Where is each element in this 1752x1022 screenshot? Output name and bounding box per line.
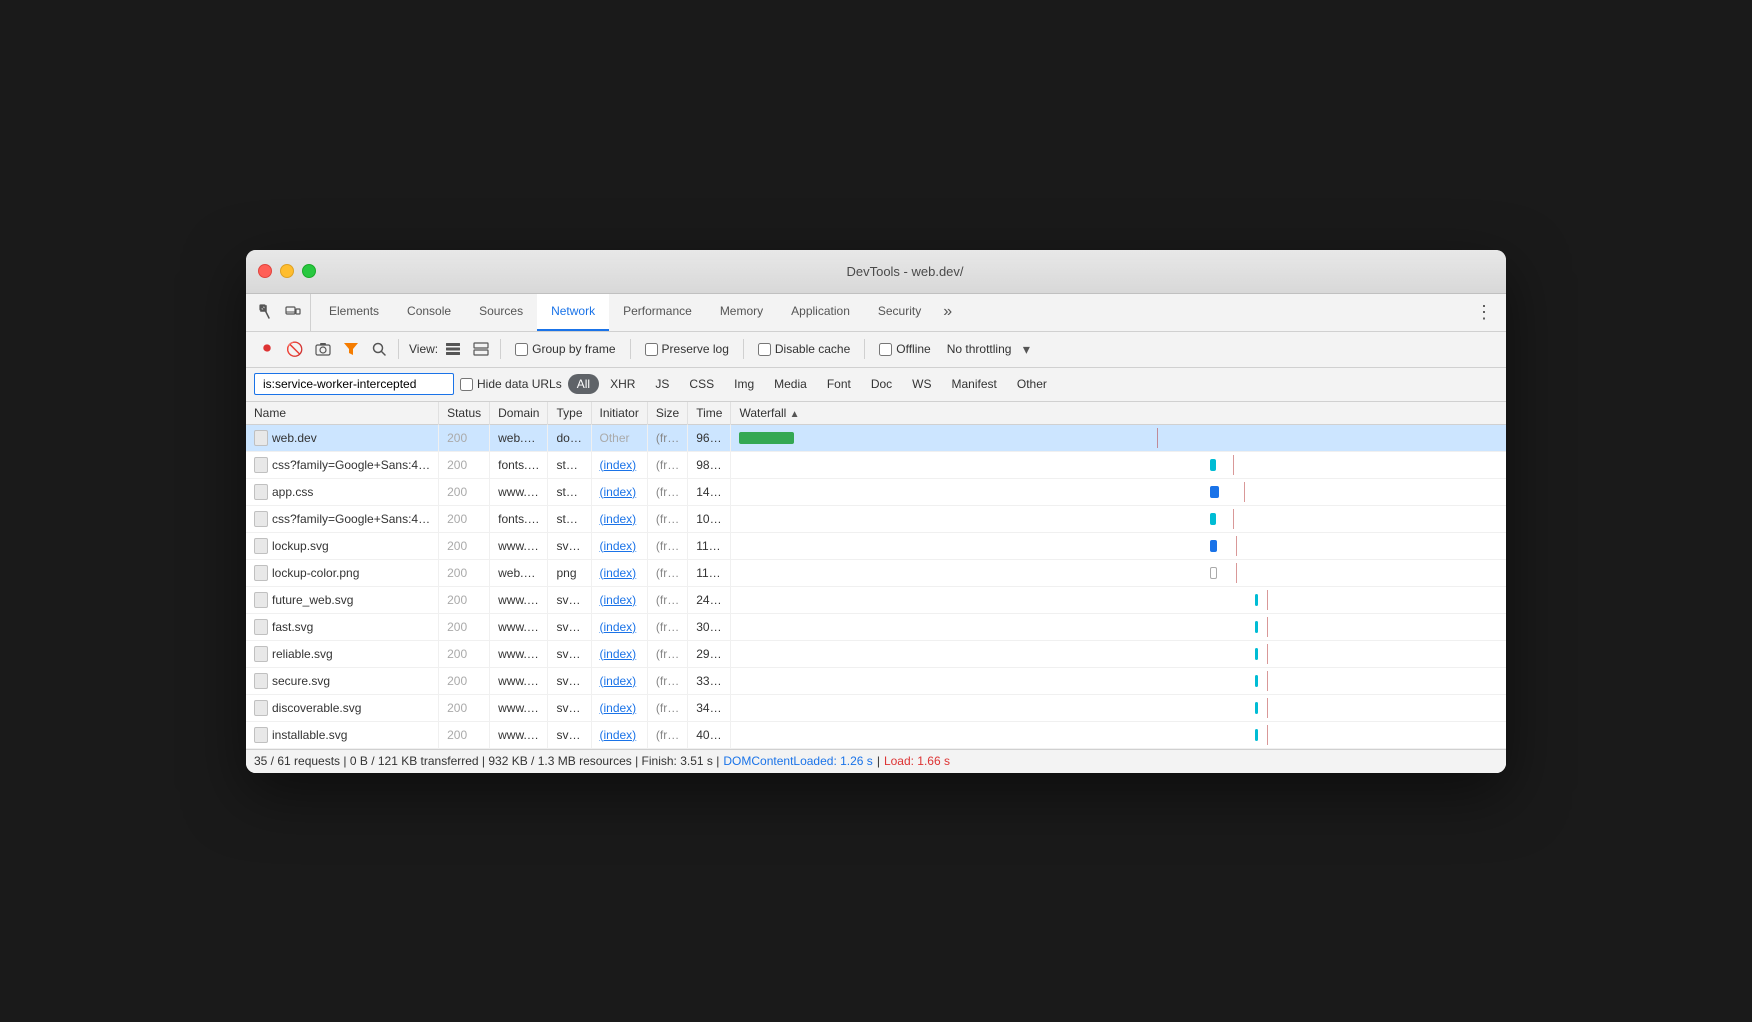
filter-btn-css[interactable]: CSS [680, 374, 723, 394]
table-row[interactable]: css?family=Google+Sans:4…200fonts.googl…… [246, 451, 1506, 478]
title-bar: DevTools - web.dev/ [246, 250, 1506, 294]
tab-application[interactable]: Application [777, 294, 864, 331]
toolbar-separator-1 [398, 339, 399, 359]
filter-input[interactable] [254, 373, 454, 395]
table-row[interactable]: lockup-color.png200web.devpng(index)(fro… [246, 559, 1506, 586]
tab-console[interactable]: Console [393, 294, 465, 331]
tab-network[interactable]: Network [537, 294, 609, 331]
preserve-log-checkbox[interactable] [645, 343, 658, 356]
no-throttling-label: No throttling [947, 342, 1012, 356]
col-header-initiator[interactable]: Initiator [591, 402, 647, 425]
offline-group: Offline [879, 342, 930, 356]
offline-checkbox[interactable] [879, 343, 892, 356]
group-by-frame-checkbox[interactable] [515, 343, 528, 356]
col-header-type[interactable]: Type [548, 402, 591, 425]
preserve-log-group: Preserve log [645, 342, 729, 356]
network-table-container[interactable]: Name Status Domain Type Initiator Size T… [246, 402, 1506, 749]
filter-btn-ws[interactable]: WS [903, 374, 940, 394]
toolbar-separator-5 [864, 339, 865, 359]
table-row[interactable]: web.dev200web.devdocu…Other(from …964 ms [246, 424, 1506, 451]
offline-label[interactable]: Offline [896, 342, 930, 356]
col-header-time[interactable]: Time [688, 402, 731, 425]
dom-content-loaded-text: DOMContentLoaded: 1.26 s [723, 754, 872, 768]
traffic-lights [258, 264, 316, 278]
devtools-window: DevTools - web.dev/ [246, 250, 1506, 773]
status-text: 35 / 61 requests | 0 B / 121 KB transfer… [254, 754, 719, 768]
camera-button[interactable] [310, 336, 336, 362]
fullscreen-button[interactable] [302, 264, 316, 278]
tab-security[interactable]: Security [864, 294, 935, 331]
disable-cache-label[interactable]: Disable cache [775, 342, 850, 356]
view-label: View: [409, 342, 438, 356]
filter-bar: Hide data URLs AllXHRJSCSSImgMediaFontDo… [246, 368, 1506, 402]
table-row[interactable]: installable.svg200www.gstati…svg+xml(ind… [246, 721, 1506, 748]
table-row[interactable]: discoverable.svg200www.gstati…svg+xml(in… [246, 694, 1506, 721]
col-header-size[interactable]: Size [647, 402, 687, 425]
table-row[interactable]: app.css200www.gstati…styles…(index)(from… [246, 478, 1506, 505]
clear-button[interactable]: 🚫 [282, 336, 308, 362]
col-header-status[interactable]: Status [439, 402, 490, 425]
status-separator: | [877, 754, 880, 768]
close-button[interactable] [258, 264, 272, 278]
toolbar-separator-2 [500, 339, 501, 359]
filter-btn-font[interactable]: Font [818, 374, 860, 394]
filter-btn-js[interactable]: JS [646, 374, 678, 394]
toolbar-separator-4 [743, 339, 744, 359]
col-header-domain[interactable]: Domain [490, 402, 548, 425]
toolbar-separator-3 [630, 339, 631, 359]
record-button[interactable]: ⏺ [254, 336, 280, 362]
group-by-frame-label[interactable]: Group by frame [532, 342, 615, 356]
view-list-button[interactable] [440, 336, 466, 362]
window-title: DevTools - web.dev/ [316, 264, 1494, 279]
minimize-button[interactable] [280, 264, 294, 278]
tab-sources[interactable]: Sources [465, 294, 537, 331]
network-table: Name Status Domain Type Initiator Size T… [246, 402, 1506, 749]
tab-memory[interactable]: Memory [706, 294, 777, 331]
table-row[interactable]: fast.svg200www.gstati…svg+xml(index)(fro… [246, 613, 1506, 640]
filter-btn-xhr[interactable]: XHR [601, 374, 644, 394]
more-tabs-button[interactable]: » [935, 294, 960, 331]
inspector-icon[interactable] [258, 303, 276, 321]
preserve-log-label[interactable]: Preserve log [662, 342, 729, 356]
filter-button[interactable] [338, 336, 364, 362]
view-large-button[interactable] [468, 336, 494, 362]
filter-btn-manifest[interactable]: Manifest [943, 374, 1006, 394]
filter-btn-doc[interactable]: Doc [862, 374, 901, 394]
col-header-name[interactable]: Name [246, 402, 439, 425]
tab-bar-icons [250, 294, 311, 331]
filter-btn-all[interactable]: All [568, 374, 599, 394]
table-row[interactable]: secure.svg200www.gstati…svg+xml(index)(f… [246, 667, 1506, 694]
hide-data-urls-checkbox[interactable] [460, 378, 473, 391]
table-row[interactable]: css?family=Google+Sans:4…200fonts.googl…… [246, 505, 1506, 532]
filter-btn-other[interactable]: Other [1008, 374, 1056, 394]
search-button[interactable] [366, 336, 392, 362]
hide-data-urls-label[interactable]: Hide data URLs [477, 377, 562, 391]
tab-bar: Elements Console Sources Network Perform… [246, 294, 1506, 332]
filter-btn-img[interactable]: Img [725, 374, 763, 394]
group-by-frame-group: Group by frame [515, 342, 615, 356]
network-rows: web.dev200web.devdocu…Other(from …964 ms… [246, 424, 1506, 748]
devtools-body: Elements Console Sources Network Perform… [246, 294, 1506, 773]
col-header-waterfall[interactable]: Waterfall ▲ [731, 402, 1506, 425]
table-row[interactable]: reliable.svg200www.gstati…svg+xml(index)… [246, 640, 1506, 667]
network-toolbar: ⏺ 🚫 View: [246, 332, 1506, 368]
table-row[interactable]: future_web.svg200www.gstati…svg+xml(inde… [246, 586, 1506, 613]
throttle-dropdown-arrow[interactable]: ▾ [1013, 336, 1039, 362]
disable-cache-group: Disable cache [758, 342, 850, 356]
filter-type-buttons: AllXHRJSCSSImgMediaFontDocWSManifestOthe… [568, 374, 1056, 394]
disable-cache-checkbox[interactable] [758, 343, 771, 356]
table-row[interactable]: lockup.svg200www.gstati…svg+xml(index)(f… [246, 532, 1506, 559]
table-header: Name Status Domain Type Initiator Size T… [246, 402, 1506, 425]
device-toolbar-icon[interactable] [284, 303, 302, 321]
filter-btn-media[interactable]: Media [765, 374, 816, 394]
load-text: Load: 1.66 s [884, 754, 950, 768]
status-bar: 35 / 61 requests | 0 B / 121 KB transfer… [246, 749, 1506, 773]
hide-data-urls-group: Hide data URLs [460, 377, 562, 391]
devtools-menu-button[interactable]: ⋮ [1463, 294, 1506, 331]
tab-performance[interactable]: Performance [609, 294, 706, 331]
tab-elements[interactable]: Elements [315, 294, 393, 331]
